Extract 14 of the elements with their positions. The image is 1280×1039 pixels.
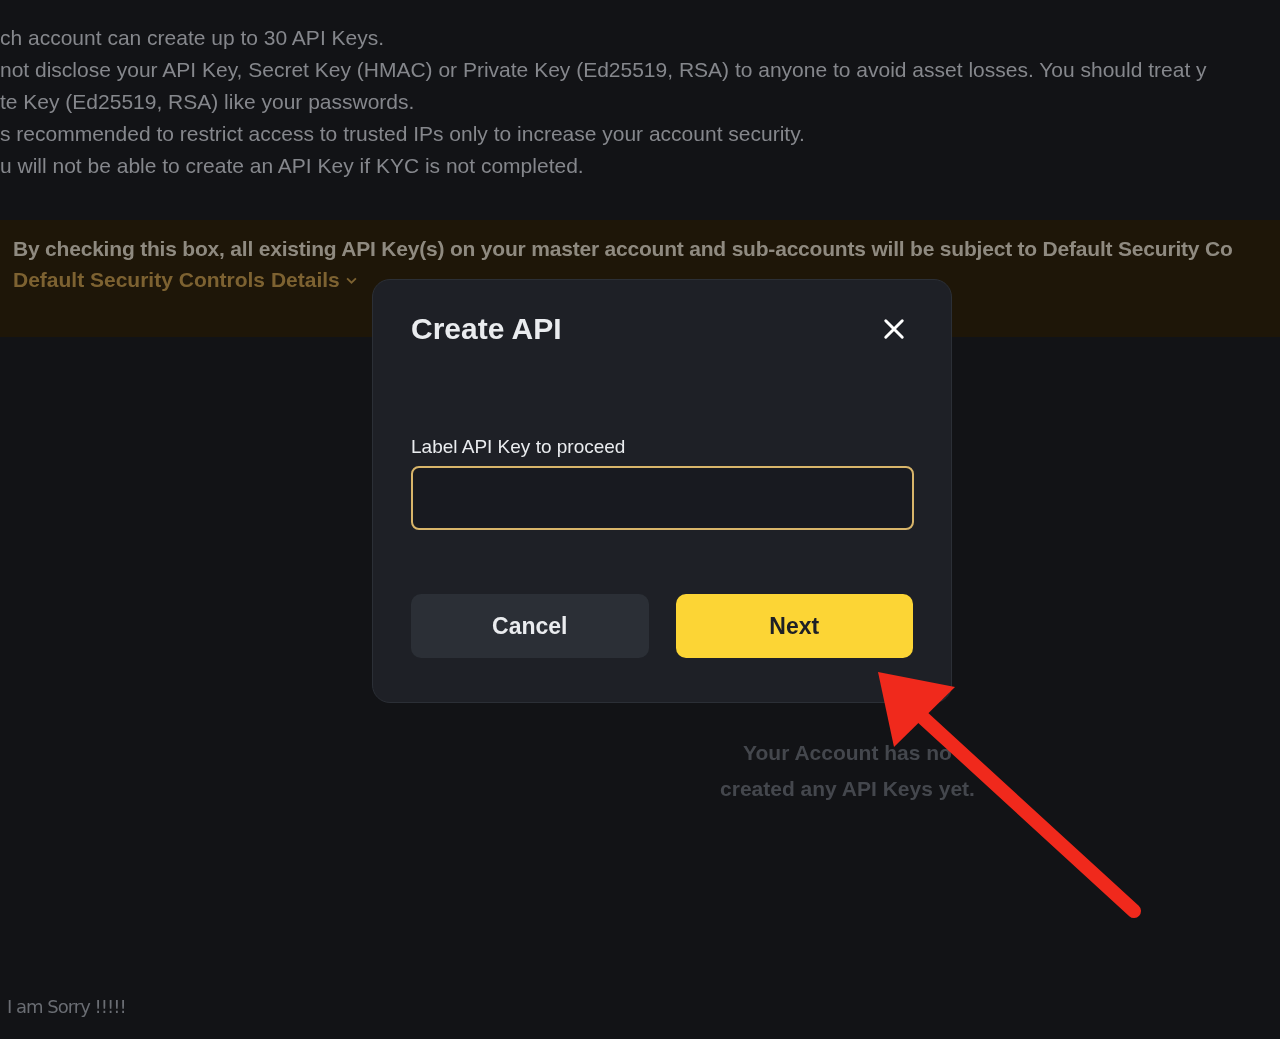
note-text: te Key (Ed25519, RSA) like your passwords. (0, 89, 416, 115)
note-text: s recommended to restrict access to trusted IPs only to increase your account security. (0, 121, 806, 147)
cancel-button[interactable]: Cancel (411, 594, 649, 658)
note-text: not disclose your API Key, Secret Key (HMAC) or Private Key (Ed25519, RSA) to anyone to avoid asset losses. You should treat y (0, 57, 1208, 83)
footer-note: I am Sorry !!!!! (7, 996, 127, 1017)
dialog-title: Create API (411, 312, 562, 346)
input-field[interactable] (411, 466, 914, 530)
chevron-down-icon (345, 276, 357, 284)
note-text: u will not be able to create an API Key if KYC is not completed. (0, 153, 585, 179)
close-icon[interactable] (883, 318, 905, 340)
field-label: Label API Key to proceed (411, 436, 627, 458)
note-text: ch account can create up to 30 API Keys. (0, 25, 386, 51)
next-button[interactable]: Next (675, 594, 913, 658)
banner-text: By checking this box, all existing API Key(s) on your master account and sub-accounts will be subject to Default Security Co (13, 236, 1234, 262)
